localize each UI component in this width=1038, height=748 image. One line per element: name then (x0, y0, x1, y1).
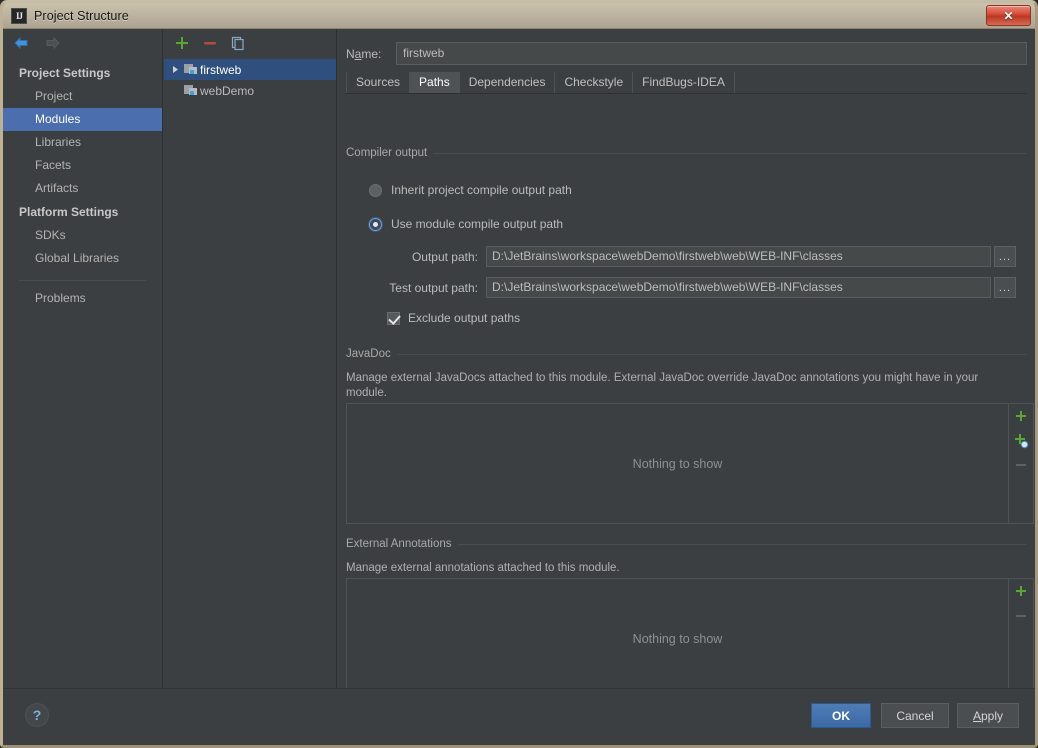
compiler-output-section-title: Compiler output (346, 147, 1027, 159)
sidebar-item-libraries[interactable]: Libraries (3, 131, 162, 154)
external-annotations-section-title: External Annotations (346, 538, 1027, 550)
output-path-browse-button[interactable]: ... (994, 246, 1016, 267)
output-path-row: Output path: D:\JetBrains\workspace\webD… (346, 246, 1027, 267)
ok-button[interactable]: OK (811, 703, 871, 728)
tree-item-firstweb[interactable]: firstweb (164, 59, 336, 80)
external-annotations-empty-text: Nothing to show (633, 632, 723, 646)
modules-toolbar (164, 29, 336, 57)
test-output-path-label: Test output path: (346, 281, 486, 295)
javadoc-list[interactable]: Nothing to show (346, 403, 1009, 524)
exclude-output-paths-checkbox[interactable]: Exclude output paths (387, 311, 520, 325)
add-annotation-button[interactable] (1012, 583, 1030, 601)
sidebar-item-sdks[interactable]: SDKs (3, 224, 162, 247)
close-icon[interactable]: ✕ (986, 5, 1031, 26)
apply-button[interactable]: Apply (957, 703, 1019, 728)
use-module-output-path-label: Use module compile output path (391, 217, 563, 231)
tab-sources[interactable]: Sources (346, 72, 410, 93)
settings-sidebar: Project Settings Project Modules Librari… (3, 29, 163, 688)
sidebar-list: Project Settings Project Modules Librari… (3, 57, 162, 310)
forward-arrow-icon (44, 35, 61, 51)
back-arrow-icon[interactable] (13, 35, 30, 51)
sidebar-item-project[interactable]: Project (3, 85, 162, 108)
module-icon (182, 84, 200, 97)
sidebar-item-artifacts[interactable]: Artifacts (3, 177, 162, 200)
javadoc-section-title: JavaDoc (346, 348, 1027, 360)
title-bar: IJ Project Structure ✕ (3, 3, 1035, 29)
exclude-output-paths-label: Exclude output paths (408, 311, 520, 325)
tree-item-webdemo[interactable]: webDemo (164, 80, 336, 101)
sidebar-item-problems[interactable]: Problems (3, 287, 162, 310)
sidebar-group-project-settings: Project Settings (3, 61, 162, 85)
module-name-label: Name: (346, 47, 396, 61)
test-output-path-browse-button[interactable]: ... (994, 277, 1016, 298)
help-icon[interactable]: ? (25, 703, 49, 727)
tab-checkstyle[interactable]: Checkstyle (555, 72, 633, 93)
copy-module-button[interactable] (230, 35, 246, 51)
cancel-button[interactable]: Cancel (881, 703, 949, 728)
sidebar-item-modules[interactable]: Modules (3, 108, 162, 131)
modules-list: firstweb webDemo (164, 59, 336, 101)
sidebar-group-platform-settings: Platform Settings (3, 200, 162, 224)
module-tabs: Sources Paths Dependencies Checkstyle Fi… (346, 73, 1027, 94)
intellij-idea-icon: IJ (11, 8, 27, 24)
external-annotations-list-buttons (1009, 578, 1034, 699)
javadoc-list-buttons (1009, 403, 1034, 524)
tree-item-label: firstweb (200, 63, 241, 77)
radio-circle-selected-icon (369, 218, 382, 231)
remove-javadoc-button (1012, 456, 1030, 474)
module-name-row: Name: firstweb (346, 41, 1027, 66)
test-output-path-row: Test output path: D:\JetBrains\workspace… (346, 277, 1027, 298)
external-annotations-description: Manage external annotations attached to … (346, 561, 994, 576)
chevron-right-icon[interactable] (168, 65, 182, 74)
tab-findbugs-idea[interactable]: FindBugs-IDEA (633, 72, 735, 93)
sidebar-item-facets[interactable]: Facets (3, 154, 162, 177)
test-output-path-input[interactable]: D:\JetBrains\workspace\webDemo\firstweb\… (486, 277, 991, 298)
dialog-footer: ? OK Cancel Apply (3, 688, 1035, 745)
checkbox-icon (387, 312, 400, 325)
tab-paths[interactable]: Paths (410, 72, 460, 93)
remove-module-button[interactable] (202, 35, 218, 51)
module-settings-panel: Name: firstweb Sources Paths Dependencie… (338, 29, 1035, 688)
inherit-output-path-radio[interactable]: Inherit project compile output path (369, 183, 572, 197)
add-module-button[interactable] (174, 35, 190, 51)
module-icon (182, 63, 200, 76)
sidebar-divider (19, 280, 146, 281)
output-path-label: Output path: (346, 250, 486, 264)
remove-annotation-button (1012, 607, 1030, 625)
use-module-output-path-radio[interactable]: Use module compile output path (369, 217, 563, 231)
project-structure-dialog: IJ Project Structure ✕ Project Sett (0, 0, 1038, 748)
modules-tree-panel: firstweb webDemo (164, 29, 337, 688)
inherit-output-path-label: Inherit project compile output path (391, 183, 572, 197)
radio-circle-icon (369, 184, 382, 197)
add-javadoc-url-button[interactable] (1012, 432, 1030, 450)
sidebar-item-global-libraries[interactable]: Global Libraries (3, 247, 162, 270)
module-name-input[interactable]: firstweb (396, 42, 1027, 65)
dialog-body: Project Settings Project Modules Librari… (3, 29, 1035, 688)
external-annotations-list[interactable]: Nothing to show (346, 578, 1009, 699)
javadoc-empty-text: Nothing to show (633, 457, 723, 471)
tab-dependencies[interactable]: Dependencies (460, 72, 556, 93)
navigation-arrows (3, 29, 162, 57)
javadoc-description: Manage external JavaDocs attached to thi… (346, 371, 994, 401)
window-title: Project Structure (34, 9, 129, 23)
add-javadoc-path-button[interactable] (1012, 408, 1030, 426)
tree-item-label: webDemo (200, 84, 254, 98)
output-path-input[interactable]: D:\JetBrains\workspace\webDemo\firstweb\… (486, 246, 991, 267)
